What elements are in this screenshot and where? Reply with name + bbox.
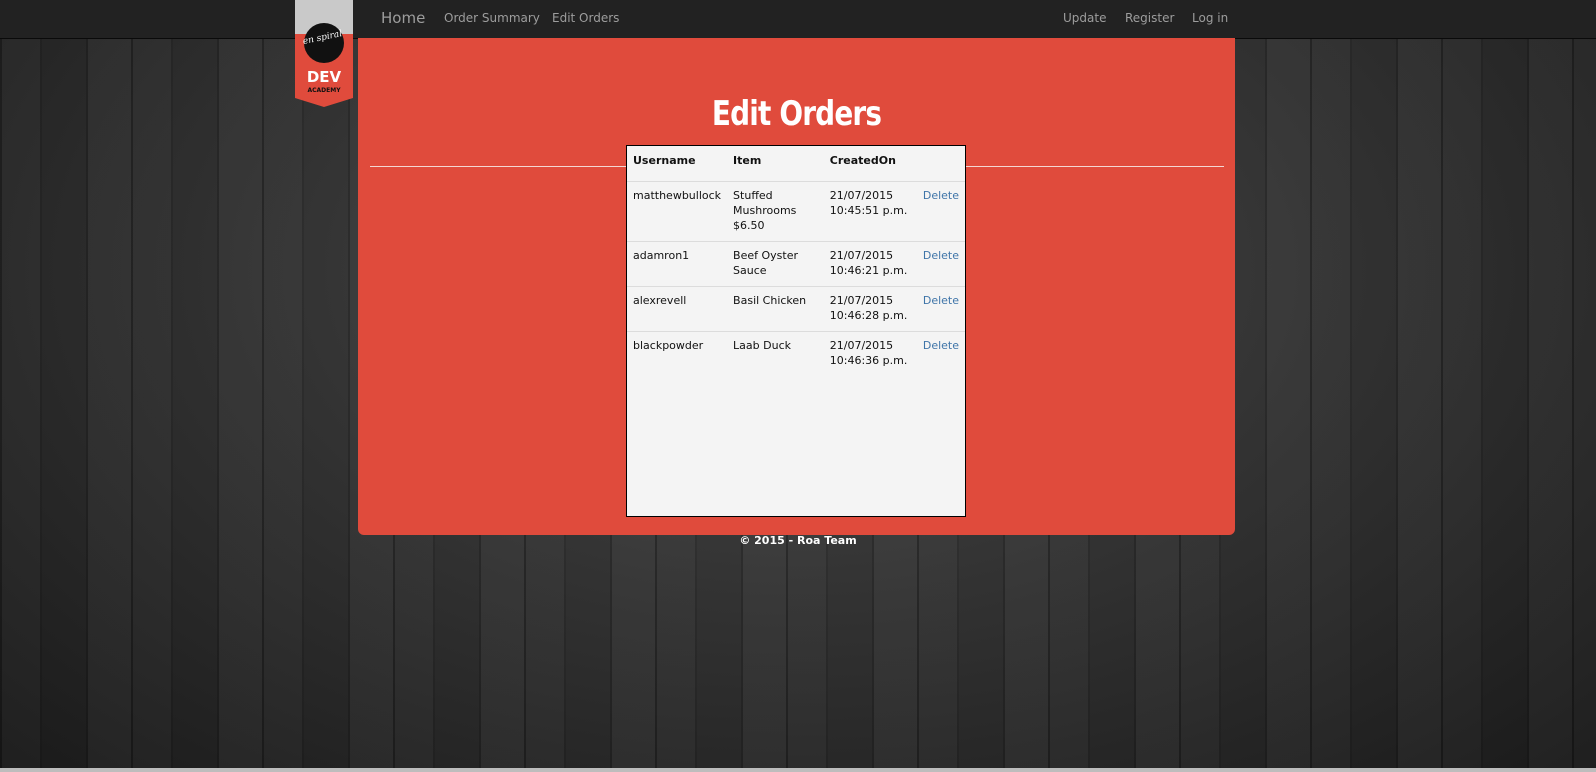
delete-link[interactable]: Delete bbox=[923, 294, 959, 307]
cell-item: Laab Duck bbox=[727, 331, 824, 376]
orders-table: Username Item CreatedOn matthewbullock S… bbox=[627, 146, 965, 376]
delete-link[interactable]: Delete bbox=[923, 249, 959, 262]
header-createdon: CreatedOn bbox=[829, 154, 896, 167]
created-date: 21/07/2015 bbox=[829, 294, 894, 307]
table-row: blackpowder Laab Duck 21/07/2015 10:46:3… bbox=[627, 331, 965, 376]
cell-username: adamron1 bbox=[627, 241, 728, 287]
cell-action: Delete bbox=[916, 241, 965, 287]
top-navbar: Home Order Summary Edit Orders Update Re… bbox=[0, 0, 1596, 39]
created-time: 10:45:51 p.m. bbox=[829, 204, 908, 217]
nav-register-link[interactable]: Register bbox=[1125, 0, 1174, 36]
table-row: alexrevell Basil Chicken 21/07/2015 10:4… bbox=[627, 286, 965, 332]
created-time: 10:46:21 p.m. bbox=[829, 264, 908, 277]
created-date: 21/07/2015 bbox=[829, 339, 894, 352]
delete-link[interactable]: Delete bbox=[923, 339, 959, 352]
cell-created: 21/07/2015 10:46:21 p.m. bbox=[823, 241, 917, 287]
created-date: 21/07/2015 bbox=[829, 189, 894, 202]
nav-edit-orders-link[interactable]: Edit Orders bbox=[552, 0, 619, 36]
cell-username: alexrevell bbox=[627, 286, 728, 332]
orders-table-container: Username Item CreatedOn matthewbullock S… bbox=[626, 145, 966, 517]
cell-username: matthewbullock bbox=[627, 181, 728, 242]
created-time: 10:46:36 p.m. bbox=[829, 354, 908, 367]
logo-sub-text: ACADEMY bbox=[307, 87, 341, 94]
cell-created: 21/07/2015 10:46:28 p.m. bbox=[823, 286, 917, 332]
nav-update-link[interactable]: Update bbox=[1063, 0, 1106, 36]
cell-action: Delete bbox=[916, 331, 965, 376]
table-row: matthewbullock Stuffed Mushrooms $6.50 2… bbox=[627, 181, 965, 242]
cell-created: 21/07/2015 10:46:36 p.m. bbox=[823, 331, 917, 376]
cell-item: Beef Oyster Sauce bbox=[727, 241, 824, 287]
table-header-row: Username Item CreatedOn bbox=[627, 146, 965, 182]
delete-link[interactable]: Delete bbox=[923, 189, 959, 202]
cell-username: blackpowder bbox=[627, 331, 728, 376]
cell-created: 21/07/2015 10:45:51 p.m. bbox=[823, 181, 917, 242]
cell-item: Stuffed Mushrooms $6.50 bbox=[727, 181, 824, 242]
table-row: adamron1 Beef Oyster Sauce 21/07/2015 10… bbox=[627, 241, 965, 287]
header-username: Username bbox=[633, 154, 696, 167]
footer-copyright: © 2015 - Roa Team bbox=[739, 534, 857, 547]
created-date: 21/07/2015 bbox=[829, 249, 894, 262]
header-item: Item bbox=[733, 154, 762, 167]
created-time: 10:46:28 p.m. bbox=[829, 309, 908, 322]
page-title: Edit Orders bbox=[711, 94, 882, 134]
logo-main-text: DEV bbox=[307, 68, 342, 86]
nav-home-link[interactable]: Home bbox=[381, 0, 425, 36]
dev-academy-logo[interactable]: en spiral DEV ACADEMY bbox=[295, 0, 353, 107]
header-action bbox=[917, 146, 965, 182]
cell-item: Basil Chicken bbox=[727, 286, 824, 332]
nav-login-link[interactable]: Log in bbox=[1192, 0, 1228, 36]
cell-action: Delete bbox=[916, 286, 965, 332]
cell-action: Delete bbox=[916, 181, 965, 242]
bottom-edge bbox=[0, 768, 1596, 772]
nav-order-summary-link[interactable]: Order Summary bbox=[444, 0, 540, 36]
